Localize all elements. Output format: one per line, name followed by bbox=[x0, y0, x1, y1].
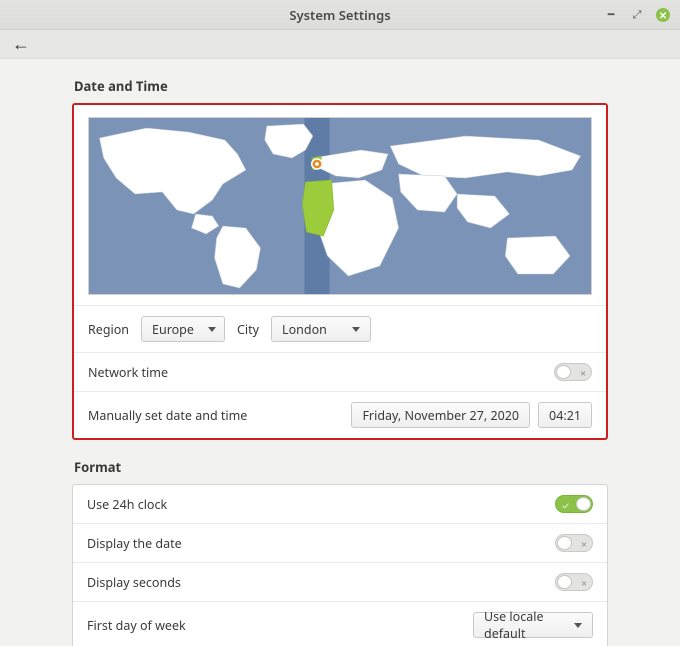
display-seconds-row: Display seconds × bbox=[73, 562, 607, 601]
back-icon[interactable]: ← bbox=[12, 32, 30, 56]
first-day-label: First day of week bbox=[87, 617, 473, 634]
use-24h-label: Use 24h clock bbox=[87, 496, 555, 513]
use-24h-row: Use 24h clock ✓ bbox=[73, 485, 607, 523]
region-value: Europe bbox=[152, 321, 194, 338]
page-title: Date and Time bbox=[74, 77, 664, 95]
chevron-down-icon bbox=[352, 327, 360, 332]
display-date-row: Display the date × bbox=[73, 523, 607, 562]
page-content: Date and Time bbox=[0, 58, 680, 646]
timezone-map[interactable] bbox=[88, 117, 592, 295]
display-seconds-toggle[interactable]: × bbox=[555, 573, 593, 591]
network-time-label: Network time bbox=[88, 364, 554, 381]
first-day-row: First day of week Use locale default bbox=[73, 601, 607, 646]
window-controls: ━ ⤢ ✕ bbox=[604, 8, 680, 22]
manual-date-time-row: Manually set date and time Friday, Novem… bbox=[74, 391, 606, 438]
format-title: Format bbox=[74, 458, 664, 476]
city-label: City bbox=[237, 321, 259, 338]
city-value: London bbox=[282, 321, 327, 338]
timezone-map-row bbox=[74, 105, 606, 305]
region-label: Region bbox=[88, 321, 129, 338]
display-seconds-label: Display seconds bbox=[87, 574, 555, 591]
chevron-down-icon bbox=[208, 327, 216, 332]
maximize-icon[interactable]: ⤢ bbox=[630, 8, 644, 22]
display-date-label: Display the date bbox=[87, 535, 555, 552]
first-day-select[interactable]: Use locale default bbox=[473, 612, 593, 638]
window-titlebar: System Settings ━ ⤢ ✕ bbox=[0, 0, 680, 30]
city-select[interactable]: London bbox=[271, 316, 371, 342]
network-time-toggle[interactable]: × bbox=[554, 363, 592, 381]
format-card: Use 24h clock ✓ Display the date × Displ… bbox=[72, 484, 608, 646]
close-icon[interactable]: ✕ bbox=[656, 8, 670, 22]
chevron-down-icon bbox=[574, 623, 582, 628]
date-time-card: Region Europe City London Network time ×… bbox=[72, 103, 608, 440]
region-city-row: Region Europe City London bbox=[74, 305, 606, 352]
network-time-row: Network time × bbox=[74, 352, 606, 391]
time-value: 04:21 bbox=[549, 407, 581, 424]
minimize-icon[interactable]: ━ bbox=[604, 8, 618, 22]
time-button[interactable]: 04:21 bbox=[538, 402, 592, 428]
first-day-value: Use locale default bbox=[484, 608, 560, 642]
use-24h-toggle[interactable]: ✓ bbox=[555, 495, 593, 513]
region-select[interactable]: Europe bbox=[141, 316, 225, 342]
toolbar: ← bbox=[0, 30, 680, 58]
manual-date-time-label: Manually set date and time bbox=[88, 407, 351, 424]
display-date-toggle[interactable]: × bbox=[555, 534, 593, 552]
date-value: Friday, November 27, 2020 bbox=[362, 407, 519, 424]
date-button[interactable]: Friday, November 27, 2020 bbox=[351, 402, 530, 428]
window-title: System Settings bbox=[0, 6, 680, 24]
